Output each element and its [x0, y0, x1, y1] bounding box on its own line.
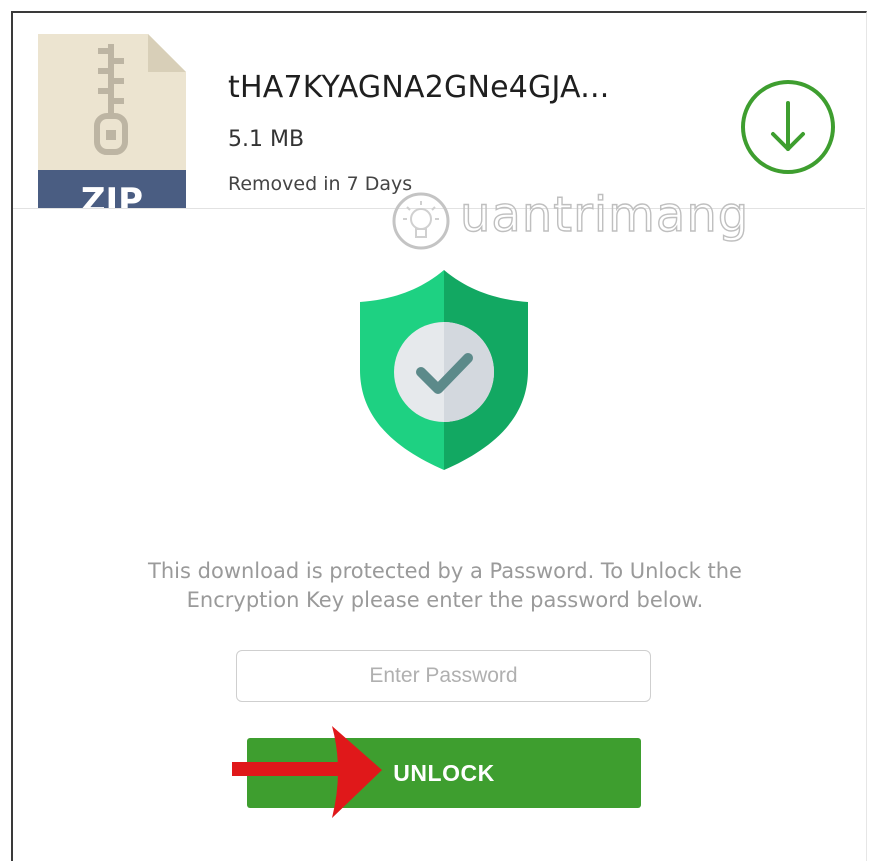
file-name: tHA7KYAGNA2GNe4GJA... — [228, 70, 610, 105]
watermark-text: uantrimang — [459, 186, 750, 243]
shield-check-icon — [360, 270, 528, 470]
protection-message: This download is protected by a Password… — [60, 557, 830, 615]
watermark: uantrimang — [385, 185, 785, 255]
unlock-button[interactable]: UNLOCK — [247, 738, 641, 808]
protection-message-line-1: This download is protected by a Password… — [148, 559, 742, 583]
file-header: ZIP tHA7KYAGNA2GNe4GJA... 5.1 MB Removed… — [13, 13, 865, 208]
password-input[interactable] — [236, 650, 651, 702]
download-arrow-icon — [771, 101, 805, 151]
zip-type-label: ZIP — [81, 181, 143, 208]
zip-file-icon: ZIP — [38, 34, 186, 208]
protection-message-line-2: Encryption Key please enter the password… — [186, 588, 704, 612]
watermark-logo-icon — [392, 192, 450, 250]
file-size: 5.1 MB — [228, 127, 305, 152]
download-button[interactable] — [740, 79, 836, 175]
